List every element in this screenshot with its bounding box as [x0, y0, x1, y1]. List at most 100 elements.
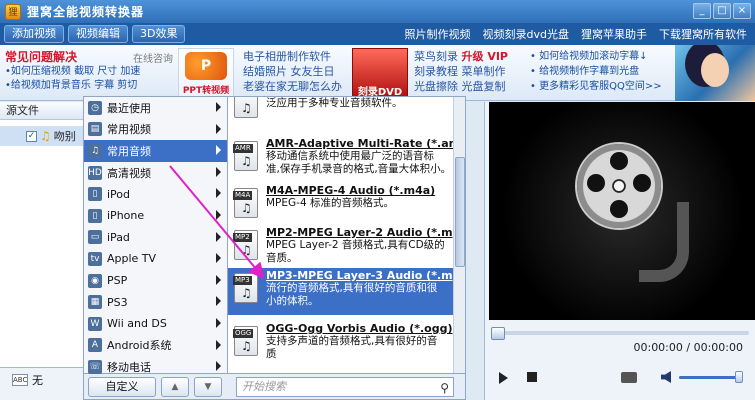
menu-item-label: PS3	[107, 295, 128, 309]
menu-item-label: iPod	[107, 187, 131, 201]
format-item[interactable]: AMR ♫ AMR-Adaptive Multi-Rate (*.amr) 移动通信系…	[228, 136, 465, 183]
banner-link[interactable]: • 如何给视频加滚动字幕↓	[530, 49, 662, 64]
format-item[interactable]: M4A ♫ M4A-MPEG-4 Audio (*.m4a) MPEG-4 标准的音频…	[228, 183, 454, 230]
banner-link[interactable]: 刻录教程	[414, 65, 458, 78]
film-strip-icon	[639, 202, 689, 282]
submenu-arrow-icon	[216, 166, 221, 177]
file-name: 吻别	[53, 130, 76, 143]
seek-slider[interactable]	[491, 327, 749, 340]
vip-upgrade-link[interactable]: 升级 VIP	[462, 50, 509, 63]
menu-item[interactable]: ♫ 常用音频	[84, 140, 227, 162]
submenu-arrow-icon	[216, 339, 221, 350]
menu-item-label: 最近使用	[107, 101, 151, 115]
ppt-to-video-ad[interactable]: P PPT转视频	[178, 48, 234, 98]
file-row[interactable]: ✓ ♫ 吻别	[0, 126, 87, 146]
music-note-icon: ♫	[88, 143, 102, 158]
banner-link[interactable]: 电子相册制作软件	[243, 49, 342, 64]
subtitle-icon: ABC	[12, 374, 28, 386]
search-input[interactable]: 开始搜索 ⚲	[236, 376, 454, 397]
psp-icon: ◉	[88, 273, 102, 288]
format-list-scrollbar[interactable]	[453, 97, 465, 373]
close-button[interactable]: ×	[733, 3, 751, 19]
menu-item[interactable]: ▦ PS3	[84, 291, 227, 313]
banner-link[interactable]: • 更多精彩见客服QQ空间>>	[530, 79, 662, 94]
move-up-button[interactable]: ▲	[161, 376, 189, 397]
menu-item-label: 高清视频	[107, 166, 151, 180]
faq-link[interactable]: •给视频加背景音乐 字幕 剪切	[5, 79, 173, 93]
banner-link[interactable]: 结婚照片 女友生日	[243, 64, 342, 79]
menu-item[interactable]: HD 高清视频	[84, 162, 227, 184]
menu-item-label: PSP	[107, 274, 128, 288]
format-description: 流行的音频格式,具有很好的音质和很	[266, 282, 438, 294]
wii-icon: W	[88, 316, 102, 331]
ad-banner: 常见问题解决 在线咨询 •如何压缩视频 截取 尺寸 加速 •给视频加背景音乐 字…	[0, 45, 755, 101]
audio-file-icon: MP3 ♫	[233, 273, 258, 303]
online-consult-link[interactable]: 在线咨询	[133, 50, 173, 65]
banner-link[interactable]: 老婆在家无聊怎么办	[243, 79, 342, 94]
scrollbar-thumb[interactable]	[455, 157, 465, 267]
android-icon: A	[88, 338, 102, 353]
format-tag: MP2	[233, 233, 252, 242]
stop-button[interactable]	[527, 372, 537, 382]
format-description: 泛应用于多种专业音频软件。	[266, 97, 403, 109]
maximize-button[interactable]: □	[713, 3, 731, 19]
submenu-arrow-icon	[216, 253, 221, 264]
ppt-label: PPT转视频	[182, 86, 230, 96]
link-dvd-burn[interactable]: 视频刻录dvd光盘	[483, 26, 569, 42]
volume-icon[interactable]	[661, 371, 671, 383]
3d-effect-button[interactable]: 3D效果	[132, 25, 186, 43]
menu-item[interactable]: tv Apple TV	[84, 248, 227, 270]
format-item[interactable]: MP2 ♫ MP2-MPEG Layer-2 Audio (*.mp2) MPEG L…	[228, 225, 465, 272]
menu-item[interactable]: ▤ 常用视频	[84, 119, 227, 141]
banner-link[interactable]: 光盘擦除	[414, 80, 458, 93]
dvd-burn-ad[interactable]: 刻录DVD	[352, 48, 408, 98]
window-controls: _ □ ×	[693, 3, 751, 19]
format-item[interactable]: OGG ♫ OGG-Ogg Vorbis Audio (*.ogg) 支持多声道的音频…	[228, 321, 454, 368]
format-category-menu: ◷ 最近使用 ▤ 常用视频 ♫ 常用音频 HD 高清视频 ▯ iPod ▯ iPhone ▭ iPad tv…	[83, 96, 228, 374]
minimize-button[interactable]: _	[693, 3, 711, 19]
file-checkbox[interactable]: ✓	[26, 130, 37, 142]
menu-item-label: iPhone	[107, 209, 145, 223]
link-apple-helper[interactable]: 狸窝苹果助手	[581, 26, 647, 42]
faq-panel: 常见问题解决 在线咨询 •如何压缩视频 截取 尺寸 加速 •给视频加背景音乐 字…	[5, 48, 173, 98]
volume-slider[interactable]	[679, 376, 741, 379]
menu-item[interactable]: ▯ iPod	[84, 183, 227, 205]
ps3-icon: ▦	[88, 295, 102, 310]
subtitle-value[interactable]: 无	[32, 372, 43, 388]
video-edit-button[interactable]: 视频编辑	[68, 25, 128, 43]
link-photo-video[interactable]: 照片制作视频	[405, 26, 471, 42]
banner-character-image[interactable]	[675, 45, 755, 101]
faq-link[interactable]: •如何压缩视频 截取 尺寸 加速	[5, 65, 173, 79]
link-download-all[interactable]: 下载狸窝所有软件	[659, 26, 747, 42]
submenu-arrow-icon	[216, 102, 221, 112]
search-icon[interactable]: ⚲	[440, 379, 449, 397]
tips-links: • 如何给视频加滚动字幕↓ • 给视频制作字幕到光盘 • 更多精彩见客服QQ空间…	[530, 49, 662, 94]
add-video-button[interactable]: 添加视频	[4, 25, 64, 43]
format-item[interactable]: MP3 ♫ MP3-MPEG Layer-3 Audio (*.mp3) 流行的音频格…	[228, 268, 465, 315]
audio-file-icon: AMR ♫	[233, 141, 258, 171]
custom-button[interactable]: 自定义	[88, 376, 156, 397]
menu-item[interactable]: ▯ iPhone	[84, 205, 227, 227]
format-description: 质	[266, 348, 277, 360]
menu-item[interactable]: ◷ 最近使用	[84, 97, 227, 119]
audio-file-icon: OGG ♫	[233, 326, 258, 356]
move-down-button[interactable]: ▼	[194, 376, 222, 397]
menu-item[interactable]: ▭ iPad	[84, 227, 227, 249]
format-item[interactable]: ♫苹果电脑制定的音频交换文件格式,泛应用于多种专业音频软件。	[228, 97, 454, 130]
banner-link[interactable]: 菜鸟刻录	[414, 50, 458, 63]
menu-item[interactable]: A Android系统	[84, 335, 227, 357]
submenu-arrow-icon	[216, 361, 221, 372]
format-tag: OGG	[233, 329, 254, 338]
menu-item[interactable]: ◉ PSP	[84, 270, 227, 292]
menu-item-label: 移动电话	[107, 360, 151, 374]
subtitle-bar: ABC 无	[0, 367, 88, 400]
banner-link[interactable]: 菜单制作	[462, 65, 506, 78]
play-button[interactable]	[499, 372, 508, 384]
camera-icon[interactable]	[621, 372, 637, 383]
menu-item[interactable]: W Wii and DS	[84, 313, 227, 335]
volume-knob[interactable]	[735, 371, 743, 383]
banner-link[interactable]: • 给视频制作字幕到光盘	[530, 64, 662, 79]
banner-link[interactable]: 光盘复制	[462, 80, 506, 93]
music-note-icon: ♫	[40, 129, 51, 143]
format-name: M4A-MPEG-4 Audio (*.m4a)	[266, 184, 436, 197]
